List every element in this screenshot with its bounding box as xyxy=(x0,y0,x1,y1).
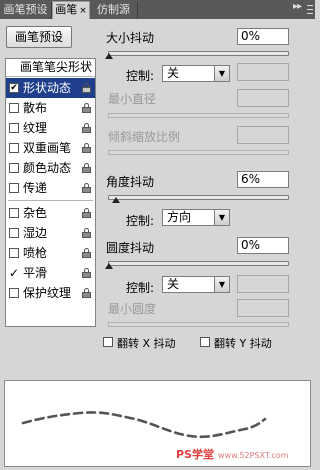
list-item-color-dynamics[interactable]: 颜色动态 xyxy=(6,158,95,178)
lock-icon[interactable] xyxy=(82,83,91,93)
list-item-texture[interactable]: 纹理 xyxy=(6,118,95,138)
lock-icon[interactable] xyxy=(82,228,91,238)
list-item-label: 保护纹理 xyxy=(23,286,72,300)
angle-jitter-slider-thumb[interactable] xyxy=(112,197,120,203)
list-item-label: 形状动态 xyxy=(23,81,72,95)
tab-clone-source[interactable]: 仿制源 xyxy=(90,2,138,19)
flip-x-checkbox[interactable] xyxy=(103,337,113,347)
lock-icon[interactable] xyxy=(82,103,91,113)
watermark-text: PS学堂 xyxy=(176,448,214,461)
tilt-scale-slider xyxy=(108,150,289,155)
min-diameter-field xyxy=(237,89,289,107)
list-item-protect-texture[interactable]: 保护纹理 xyxy=(6,283,95,303)
list-item-noise[interactable]: 杂色 xyxy=(6,203,95,223)
brush-options-list: 画笔笔尖形状 ✔ 形状动态 散布 纹理 双重画笔 颜色动态 传递 杂色 湿边 喷… xyxy=(5,58,96,327)
chevron-down-icon[interactable]: ▼ xyxy=(214,66,229,81)
watermark-url: www.52PSXT.com xyxy=(217,451,289,460)
checkbox[interactable] xyxy=(9,183,19,193)
lock-icon[interactable] xyxy=(82,143,91,153)
list-item-label: 颜色动态 xyxy=(23,161,72,175)
min-diameter-label: 最小直径 xyxy=(108,92,157,106)
roundness-jitter-slider[interactable] xyxy=(108,261,289,266)
list-item-label: 传递 xyxy=(23,181,48,195)
size-control-value: 关 xyxy=(167,66,180,80)
checkbox[interactable] xyxy=(9,208,19,218)
angle-control-select[interactable]: 方向 ▼ xyxy=(162,209,230,226)
size-jitter-field[interactable]: 0% xyxy=(237,28,289,45)
tilt-scale-field xyxy=(237,126,289,144)
min-diameter-slider xyxy=(108,113,289,118)
checkbox[interactable] xyxy=(9,143,19,153)
angle-control-label: 控制: xyxy=(126,214,155,228)
size-control-label: 控制: xyxy=(126,69,155,83)
roundness-control-select[interactable]: 关 ▼ xyxy=(162,276,230,293)
angle-jitter-slider[interactable] xyxy=(108,195,289,200)
collapse-arrows-icon[interactable]: ▸▸ xyxy=(293,1,302,12)
checkbox[interactable]: ✔ xyxy=(9,83,19,93)
roundness-jitter-label: 圆度抖动 xyxy=(106,241,155,255)
flip-y-label: 翻转 Y 抖动 xyxy=(214,337,272,350)
list-item-airbrush[interactable]: 喷枪 xyxy=(6,243,95,263)
angle-control-value: 方向 xyxy=(167,210,192,224)
checkbox[interactable] xyxy=(9,288,19,298)
size-control-select[interactable]: 关 ▼ xyxy=(162,65,230,82)
list-divider xyxy=(8,200,93,201)
tilt-scale-label: 倾斜缩放比例 xyxy=(108,130,181,144)
list-item-transfer[interactable]: 传递 xyxy=(6,178,95,198)
checkbox[interactable] xyxy=(9,103,19,113)
lock-icon[interactable] xyxy=(82,123,91,133)
lock-icon[interactable] xyxy=(82,183,91,193)
lock-icon[interactable] xyxy=(82,208,91,218)
brush-tip-shape-item[interactable]: 画笔笔尖形状 xyxy=(6,59,95,77)
roundness-jitter-slider-thumb[interactable] xyxy=(105,263,113,269)
list-item-dual-brush[interactable]: 双重画笔 xyxy=(6,138,95,158)
list-item-label: 散布 xyxy=(23,101,48,115)
list-item-label: 湿边 xyxy=(23,226,48,240)
checkbox[interactable] xyxy=(9,248,19,258)
size-jitter-slider-thumb[interactable] xyxy=(105,53,113,59)
stroke-preview-path xyxy=(21,411,267,439)
close-icon[interactable]: × xyxy=(79,6,87,16)
list-item-wet-edges[interactable]: 湿边 xyxy=(6,223,95,243)
brush-presets-button[interactable]: 画笔预设 xyxy=(6,26,72,48)
roundness-jitter-field[interactable]: 0% xyxy=(237,237,289,254)
lock-icon[interactable] xyxy=(82,268,91,278)
list-item-label: 纹理 xyxy=(23,121,48,135)
flip-y-checkbox[interactable] xyxy=(200,337,210,347)
min-roundness-field xyxy=(237,299,289,317)
list-item-label: 喷枪 xyxy=(23,246,48,260)
panel-menu-icon[interactable] xyxy=(307,5,313,14)
size-jitter-label: 大小抖动 xyxy=(106,31,155,45)
checkbox[interactable] xyxy=(9,123,19,133)
lock-icon[interactable] xyxy=(82,288,91,298)
size-jitter-slider[interactable] xyxy=(108,51,289,56)
list-item-shape-dynamics[interactable]: ✔ 形状动态 xyxy=(6,78,95,98)
roundness-control-label: 控制: xyxy=(126,281,155,295)
list-item-label: 双重画笔 xyxy=(23,141,72,155)
roundness-control-field xyxy=(237,275,289,293)
list-item-smoothing[interactable]: ✓ 平滑 xyxy=(6,263,95,283)
tab-brush-presets[interactable]: 画笔预设 xyxy=(0,2,52,19)
angle-jitter-label: 角度抖动 xyxy=(106,175,155,189)
checkbox[interactable]: ✓ xyxy=(9,267,19,279)
size-control-field xyxy=(237,63,289,81)
tab-brush-label: 画笔 xyxy=(55,3,78,16)
chevron-down-icon[interactable]: ▼ xyxy=(214,277,229,292)
lock-icon[interactable] xyxy=(82,248,91,258)
list-item-label: 杂色 xyxy=(23,206,48,220)
checkbox[interactable] xyxy=(9,163,19,173)
panel-tab-bar: 画笔预设 画笔 × 仿制源 ▸▸ xyxy=(0,0,315,19)
roundness-control-value: 关 xyxy=(167,277,180,291)
min-roundness-label: 最小圆度 xyxy=(108,302,157,316)
chevron-down-icon[interactable]: ▼ xyxy=(214,210,229,225)
tab-brush[interactable]: 画笔 × xyxy=(52,1,90,19)
watermark-logo: PS学堂 www.52PSXT.com xyxy=(176,446,288,462)
flip-x-label: 翻转 X 抖动 xyxy=(117,337,176,350)
checkbox[interactable] xyxy=(9,228,19,238)
lock-icon[interactable] xyxy=(82,163,91,173)
angle-jitter-field[interactable]: 6% xyxy=(237,171,289,188)
list-item-scattering[interactable]: 散布 xyxy=(6,98,95,118)
list-item-label: 平滑 xyxy=(23,266,48,280)
min-roundness-slider xyxy=(108,322,289,327)
